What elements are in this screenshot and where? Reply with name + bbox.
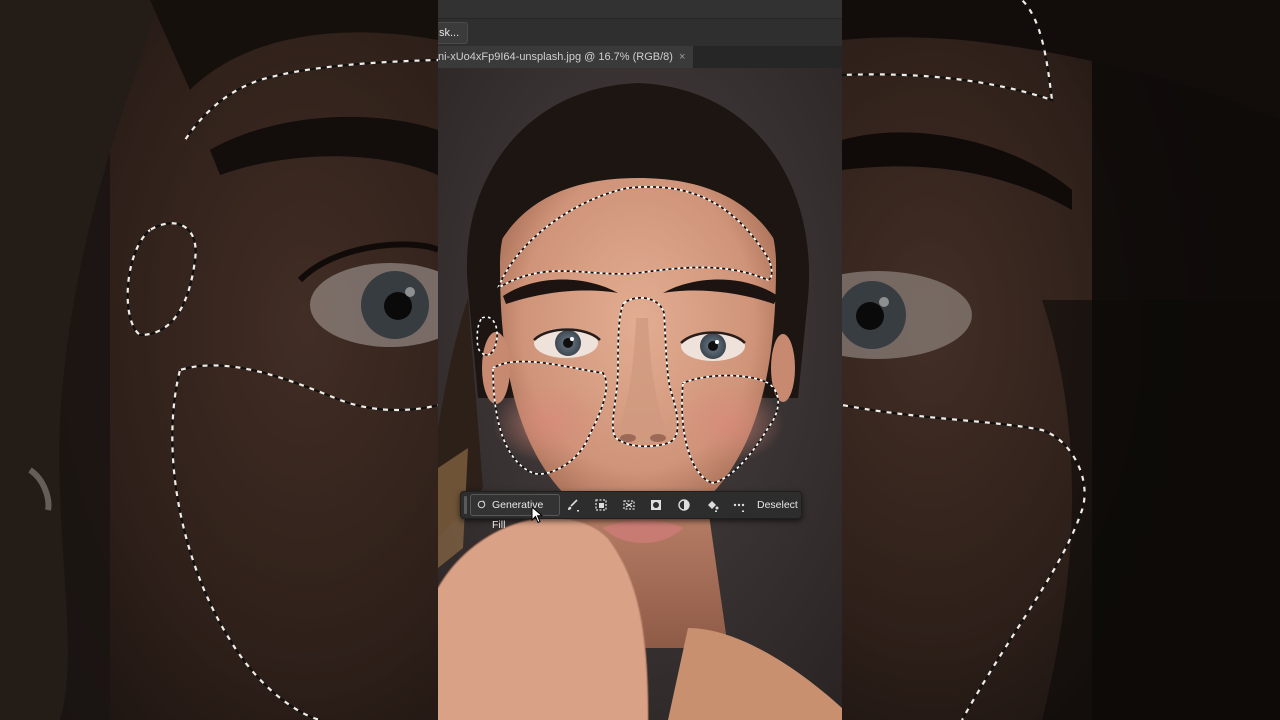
photoshop-window: sk... ni-xUo4xFp9I64-unsplash.jpg @ 16.7… (438, 0, 842, 720)
right-background-zoom-image (842, 0, 1280, 720)
left-blurred-background (0, 0, 438, 720)
fill-icon[interactable] (704, 497, 720, 513)
deselect-button[interactable]: Deselect (757, 492, 798, 518)
mouse-cursor-icon (531, 506, 543, 524)
document-tab-title: ni-xUo4xFp9I64-unsplash.jpg @ 16.7% (RGB… (438, 51, 673, 63)
contextual-task-bar[interactable]: Generative Fill Deselect (460, 491, 802, 531)
generative-fill-icon (477, 500, 486, 509)
brush-icon[interactable] (565, 497, 581, 513)
options-bar: sk... (438, 19, 842, 47)
generative-fill-button[interactable]: Generative Fill (470, 494, 560, 531)
select-and-mask-button[interactable]: sk... (438, 22, 469, 44)
modify-selection-icon[interactable] (593, 497, 609, 513)
mask-icon[interactable] (648, 497, 664, 513)
close-tab-icon[interactable]: × (679, 51, 685, 63)
drag-handle[interactable] (464, 496, 467, 514)
adjustment-icon[interactable] (676, 497, 692, 513)
portrait-photo (438, 68, 842, 720)
transform-selection-icon[interactable] (621, 497, 637, 513)
document-tab-bar: ni-xUo4xFp9I64-unsplash.jpg @ 16.7% (RGB… (438, 46, 842, 68)
menu-bar (438, 0, 842, 19)
right-blurred-background (842, 0, 1280, 720)
document-tab[interactable]: ni-xUo4xFp9I64-unsplash.jpg @ 16.7% (RGB… (438, 46, 694, 68)
generative-fill-label: Generative Fill (492, 499, 544, 531)
left-background-zoom-image (0, 0, 438, 720)
more-options-icon[interactable] (731, 497, 747, 513)
document-canvas[interactable] (438, 68, 842, 720)
